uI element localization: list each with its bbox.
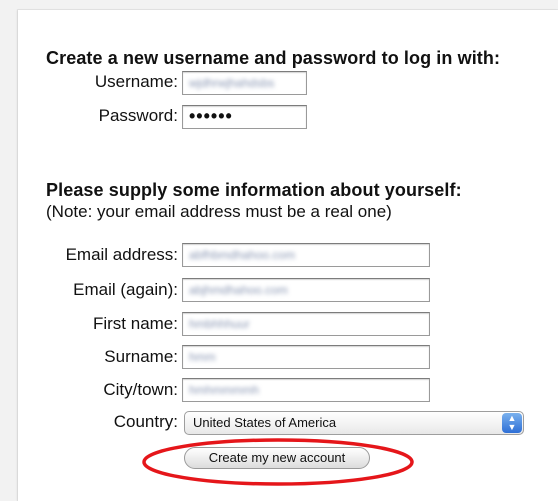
email-value: abfhbmdhahoo.com [189, 248, 296, 262]
first-name-value: hmbhhhuur [189, 317, 250, 331]
email-again-label: Email (again): [73, 280, 178, 299]
city-input[interactable]: hmhmmmmh [182, 378, 430, 402]
email-input[interactable]: abfhbmdhahoo.com [182, 243, 430, 267]
surname-label: Surname: [104, 347, 178, 366]
username-label: Username: [94, 72, 178, 91]
email-again-value: abjhmdhahoo.com [189, 283, 288, 297]
country-value: United States of America [193, 415, 337, 430]
login-section-title: Create a new username and password to lo… [46, 48, 501, 68]
country-row: Country: [18, 408, 178, 436]
country-label: Country: [113, 412, 178, 431]
create-account-button[interactable]: Create my new account [184, 447, 370, 469]
first-name-row: First name: [18, 310, 178, 338]
first-name-input[interactable]: hmbhhhuur [182, 312, 430, 336]
first-name-label: First name: [92, 314, 178, 333]
email-again-input[interactable]: abjhmdhahoo.com [182, 278, 430, 302]
country-select[interactable]: United States of America ▲ ▼ [184, 411, 524, 435]
city-value: hmhmmmmh [189, 383, 260, 397]
surname-input[interactable]: hmm [182, 345, 430, 369]
password-input[interactable]: •••••• [182, 105, 307, 129]
surname-row: Surname: [18, 343, 178, 371]
password-row: Password: [18, 102, 178, 130]
username-row: Username: [18, 68, 178, 96]
password-value: •••••• [189, 106, 233, 126]
username-value: wjdhrwjhahdsbs [189, 76, 275, 90]
email-again-row: Email (again): [18, 276, 178, 304]
create-account-button-label: Create my new account [208, 450, 346, 465]
email-label: Email address: [65, 245, 178, 264]
email-note: (Note: your email address must be a real… [46, 202, 392, 221]
signup-form-page: Create a new username and password to lo… [18, 10, 558, 501]
password-label: Password: [98, 106, 178, 125]
city-label: City/town: [103, 380, 178, 399]
surname-value: hmm [189, 350, 216, 364]
city-row: City/town: [18, 376, 178, 404]
info-section-title: Please supply some information about you… [46, 180, 462, 200]
select-updown-arrow-icon: ▲ ▼ [502, 413, 522, 433]
username-input[interactable]: wjdhrwjhahdsbs [182, 71, 307, 95]
email-row: Email address: [18, 241, 178, 269]
